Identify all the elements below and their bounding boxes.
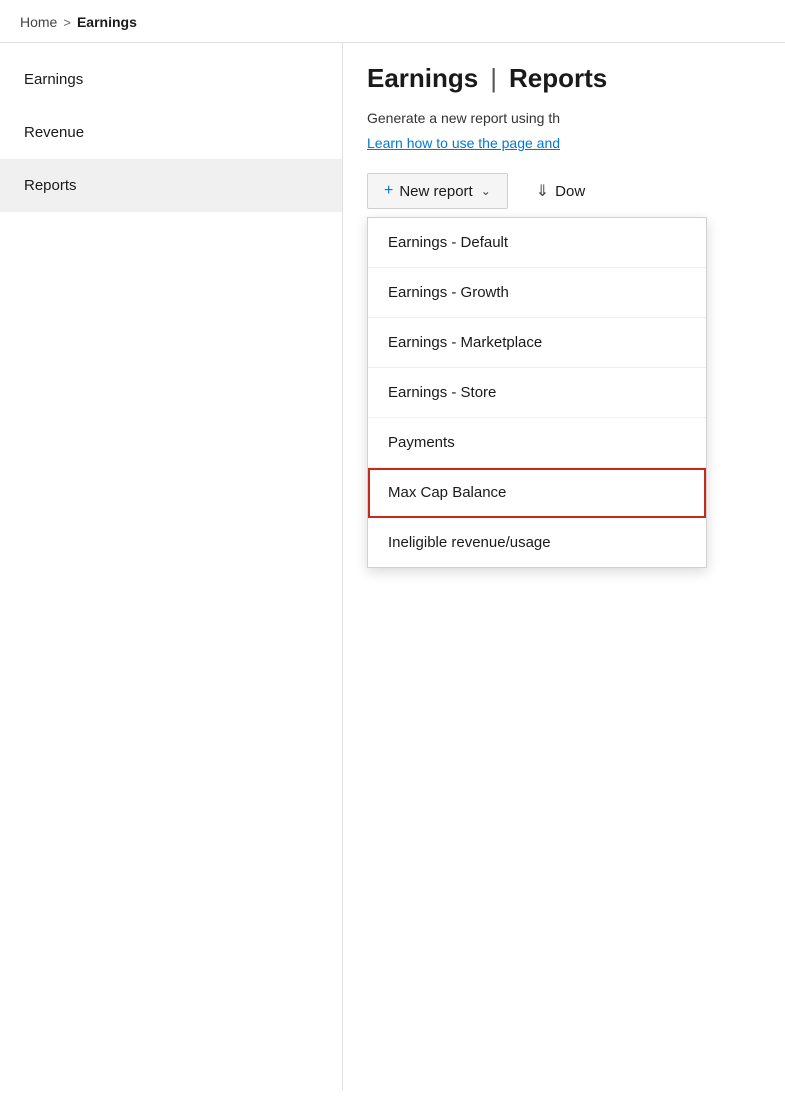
sidebar: Earnings Revenue Reports [0, 43, 343, 1090]
page-description: Generate a new report using th [367, 108, 761, 129]
sidebar-item-revenue[interactable]: Revenue [0, 106, 342, 159]
learn-link[interactable]: Learn how to use the page and [367, 135, 761, 151]
download-icon: ⇓ [536, 181, 549, 201]
dropdown-item-earnings-growth[interactable]: Earnings - Growth [368, 268, 706, 318]
download-button[interactable]: ⇓ Dow [524, 173, 597, 209]
breadcrumb: Home > Earnings [0, 0, 785, 43]
main-layout: Earnings Revenue Reports Earnings | Repo… [0, 43, 785, 1090]
page-title: Earnings | Reports [367, 63, 761, 94]
dropdown-item-earnings-default[interactable]: Earnings - Default [368, 218, 706, 268]
new-report-label: New report [399, 183, 472, 200]
new-report-button[interactable]: + New report ⌄ [367, 173, 508, 209]
dropdown-item-ineligible-revenue[interactable]: Ineligible revenue/usage [368, 518, 706, 567]
content-area: Earnings | Reports Generate a new report… [343, 43, 785, 1090]
dropdown-item-max-cap-balance[interactable]: Max Cap Balance [368, 468, 706, 518]
page-title-separator: | [490, 63, 497, 94]
breadcrumb-separator: > [63, 15, 71, 30]
page-title-reports: Reports [509, 63, 607, 94]
breadcrumb-home[interactable]: Home [20, 14, 57, 30]
breadcrumb-current: Earnings [77, 14, 137, 30]
page-title-earnings: Earnings [367, 63, 478, 94]
sidebar-item-earnings[interactable]: Earnings [0, 53, 342, 106]
dropdown-menu: Earnings - Default Earnings - Growth Ear… [367, 217, 707, 568]
download-label: Dow [555, 183, 585, 200]
sidebar-item-reports[interactable]: Reports [0, 159, 342, 212]
dropdown-item-earnings-store[interactable]: Earnings - Store [368, 368, 706, 418]
dropdown-item-earnings-marketplace[interactable]: Earnings - Marketplace [368, 318, 706, 368]
chevron-down-icon: ⌄ [481, 184, 491, 198]
plus-icon: + [384, 182, 393, 200]
dropdown-item-payments[interactable]: Payments [368, 418, 706, 468]
toolbar: + New report ⌄ ⇓ Dow Earnings - Default … [367, 173, 761, 209]
